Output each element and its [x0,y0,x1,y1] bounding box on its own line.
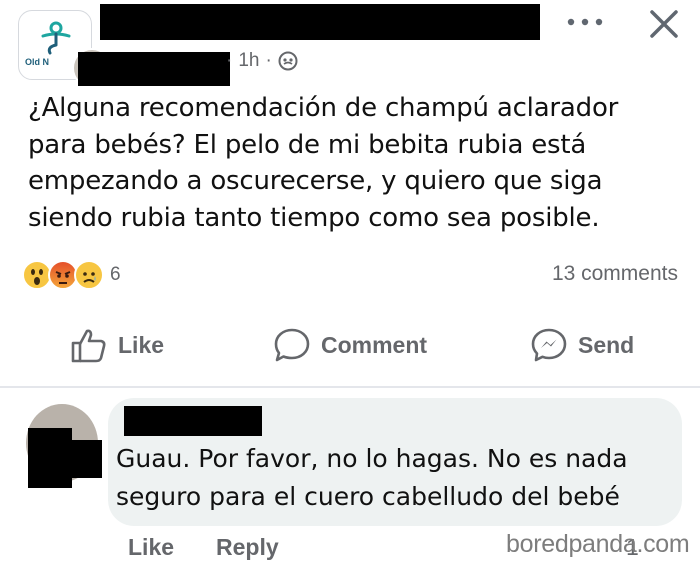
globe-icon [278,51,298,71]
redacted-group-name [100,4,540,40]
thumbs-up-icon [71,329,106,363]
group-logo-icon [41,21,71,55]
reaction-count: 6 [110,264,121,285]
meta-separator: · [226,50,233,71]
send-label: Send [578,331,635,358]
messenger-icon [531,328,567,362]
comment-text: Guau. Por favor, no lo hagas. No es nada… [116,444,628,511]
like-button[interactable]: Like [70,325,164,365]
comments-count-link[interactable]: 13 comments [552,262,678,286]
post-text: ¿Alguna recomendación de champú aclarado… [28,93,619,233]
comment-reply-button[interactable]: Reply [216,534,279,561]
redacted-poster-name [78,52,230,86]
more-horizontal-icon[interactable] [565,12,605,32]
comment-bubble-icon [274,328,310,362]
like-label: Like [118,331,165,358]
send-button[interactable]: Send [530,325,634,365]
comment-label: Comment [321,331,428,358]
redacted-commenter-name [124,406,262,436]
group-avatar-text: Old N [25,57,49,67]
sad-reaction-icon [74,260,104,290]
comment-button[interactable]: Comment [273,325,427,365]
redacted-commenter-face [58,440,102,478]
reaction-summary[interactable]: 6 [22,258,121,292]
comment-like-button[interactable]: Like [128,534,174,561]
meta-separator: · [265,50,272,71]
watermark: boredpanda.com [506,530,690,558]
section-divider [0,386,700,388]
post-meta: · 1h · [226,50,298,72]
close-icon[interactable] [644,4,684,44]
post-time[interactable]: 1h [238,50,259,72]
